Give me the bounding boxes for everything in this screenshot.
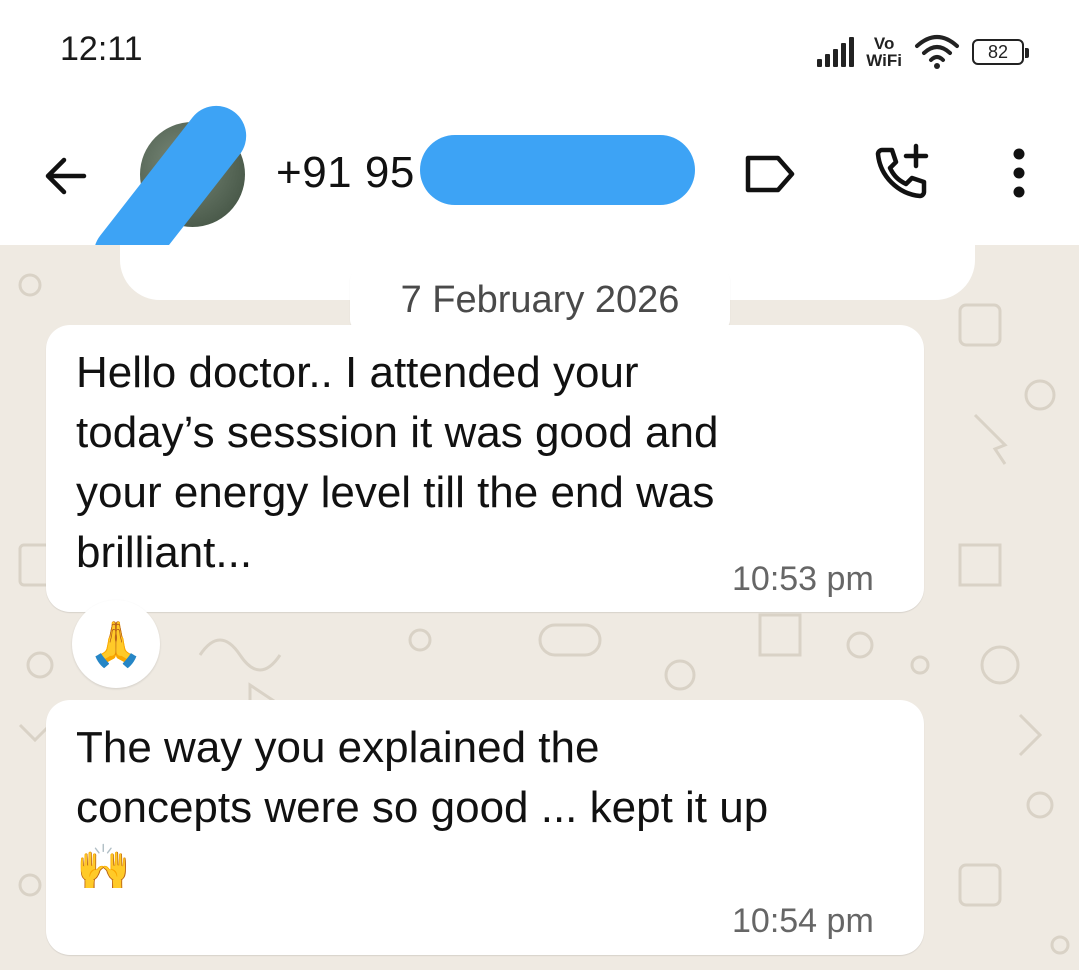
- more-vert-icon[interactable]: [1005, 146, 1033, 200]
- vowifi-label: Vo WiFi: [866, 34, 902, 70]
- date-chip: 7 February 2026: [350, 270, 730, 330]
- add-call-icon[interactable]: [872, 140, 934, 202]
- contact-name[interactable]: +91 95: [276, 148, 415, 198]
- message-text: Hello doctor.. I attended your today’s s…: [76, 348, 719, 577]
- status-icons: Vo WiFi 82: [817, 30, 1029, 74]
- status-time: 12:11: [60, 30, 143, 68]
- message-time: 10:54 pm: [732, 902, 874, 940]
- label-icon[interactable]: [742, 152, 798, 196]
- message-text: The way you explained the concepts were …: [76, 723, 769, 892]
- redaction-mark-name: [420, 135, 695, 205]
- back-arrow-icon[interactable]: [40, 150, 92, 202]
- signal-icon: [817, 37, 855, 67]
- battery-icon: 82: [972, 39, 1029, 65]
- status-bar: 12:11 Vo WiFi 82: [0, 0, 1079, 100]
- wifi-icon: [915, 35, 959, 69]
- reaction-emoji[interactable]: 🙏: [72, 600, 160, 688]
- message-time: 10:53 pm: [732, 560, 874, 598]
